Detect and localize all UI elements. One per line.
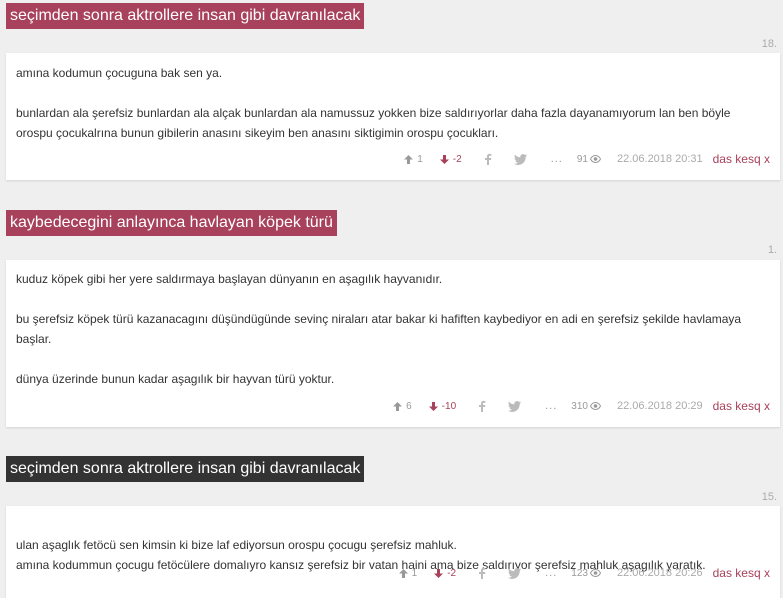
downvote-count: -2 [452, 153, 462, 165]
entry-footer: 6 -10 ... 310 22.06.2018 20:29 das kesq … [378, 396, 770, 416]
arrow-down-icon [434, 568, 444, 578]
more-options-button[interactable]: ... [545, 567, 557, 579]
author-link[interactable]: das kesq x [713, 152, 770, 166]
downvote-count: -10 [441, 400, 457, 412]
eye-icon [589, 402, 601, 410]
view-count: 91 [577, 154, 601, 165]
entry-index: 15. [761, 491, 777, 503]
arrow-up-icon [398, 568, 408, 578]
views-value: 310 [571, 400, 588, 412]
views-value: 91 [576, 153, 588, 165]
arrow-down-icon [439, 154, 449, 164]
entry-paragraph: bunlardan ala şerefsiz bunlardan ala alç… [16, 106, 731, 140]
entry-title[interactable]: seçimden sonra aktrollere insan gibi dav… [6, 456, 365, 482]
more-options-button[interactable]: ... [551, 153, 563, 165]
entry-body: kuduz köpek gibi her yere saldırmaya baş… [16, 269, 770, 389]
more-options-button[interactable]: ... [545, 400, 557, 412]
arrow-up-icon [393, 401, 403, 411]
downvote-button[interactable]: -2 [433, 568, 456, 579]
entry-title[interactable]: seçimden sonra aktrollere insan gibi dav… [6, 3, 365, 29]
facebook-icon [479, 400, 486, 412]
entry-date[interactable]: 22.06.2018 20:26 [617, 567, 703, 579]
eye-icon [589, 155, 601, 163]
twitter-share-button[interactable] [513, 153, 527, 165]
entry-index: 1. [767, 244, 777, 256]
entry-body: ulan aşaglık fetöcü sen kimsin ki bize l… [16, 515, 770, 595]
entry-card: kuduz köpek gibi her yere saldırmaya baş… [6, 260, 780, 427]
arrow-up-icon [404, 154, 414, 164]
entry-body: amına kodumun çocuguna bak sen ya. bunla… [16, 63, 770, 143]
entry-footer: 1 -2 ... 123 22.06.2018 20:26 das kesq x [384, 563, 770, 583]
twitter-icon [508, 567, 522, 579]
twitter-share-button[interactable] [508, 400, 522, 412]
facebook-icon [479, 567, 486, 579]
downvote-button[interactable]: -10 [428, 401, 456, 412]
facebook-share-button[interactable] [478, 400, 486, 412]
entry-paragraph: kuduz köpek gibi her yere saldırmaya baş… [16, 272, 443, 286]
entry-index: 18. [761, 38, 777, 50]
upvote-button[interactable]: 6 [392, 401, 412, 412]
arrow-down-icon [428, 401, 438, 411]
author-link[interactable]: das kesq x [713, 399, 770, 413]
upvote-button[interactable]: 1 [403, 154, 423, 165]
author-link[interactable]: das kesq x [713, 566, 770, 580]
upvote-count: 6 [406, 400, 412, 412]
entry-title[interactable]: kaybedecegini anlayınca havlayan köpek t… [6, 210, 337, 236]
entry-date[interactable]: 22.06.2018 20:31 [617, 153, 703, 165]
entry-paragraph: amına kodumun çocuguna bak sen ya. [16, 66, 223, 80]
entry-card: ulan aşaglık fetöcü sen kimsin ki bize l… [6, 506, 780, 598]
downvote-count: -2 [447, 567, 457, 579]
facebook-icon [484, 153, 492, 165]
views-value: 123 [571, 567, 588, 579]
facebook-share-button[interactable] [484, 153, 492, 165]
twitter-share-button[interactable] [508, 567, 522, 579]
entry-date[interactable]: 22.06.2018 20:29 [617, 400, 703, 412]
entry-paragraph: dünya üzerinde bunun kadar aşagılık bir … [16, 372, 335, 386]
downvote-button[interactable]: -2 [439, 154, 462, 165]
entry-footer: 1 -2 ... 91 22.06.2018 20:31 das kesq x [389, 149, 770, 169]
view-count: 310 [571, 401, 601, 412]
upvote-count: 1 [411, 567, 418, 579]
view-count: 123 [571, 568, 601, 579]
twitter-icon [513, 153, 527, 165]
upvote-button[interactable]: 1 [398, 567, 418, 579]
entry-card: amına kodumun çocuguna bak sen ya. bunla… [6, 53, 780, 180]
twitter-icon [508, 400, 522, 412]
eye-icon [589, 569, 601, 577]
facebook-share-button[interactable] [478, 567, 486, 579]
upvote-count: 1 [417, 153, 423, 165]
entry-paragraph: bu şerefsiz köpek türü kazanacagını düşü… [16, 312, 742, 346]
